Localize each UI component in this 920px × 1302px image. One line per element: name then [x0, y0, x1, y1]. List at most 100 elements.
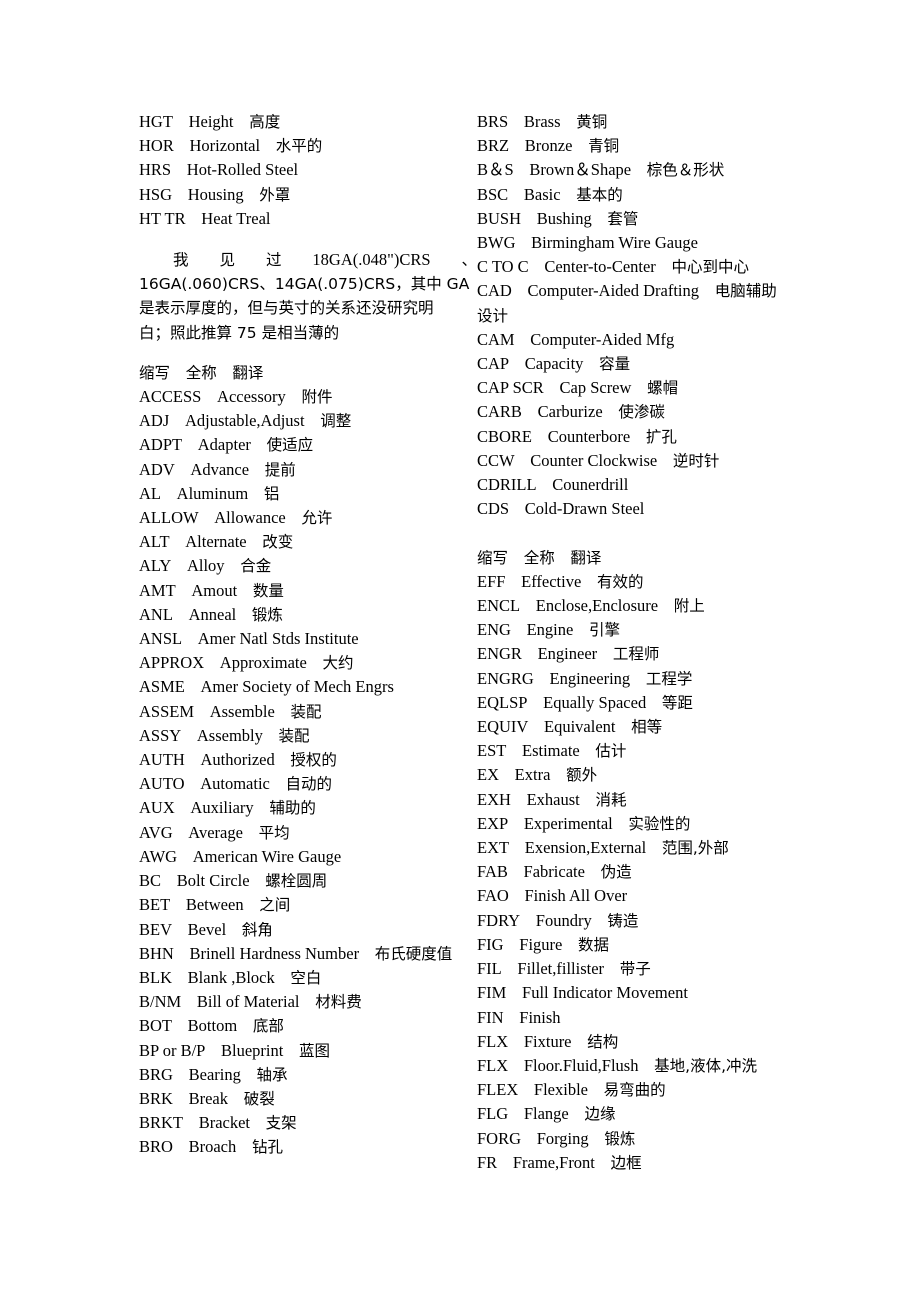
- entry-translation: 中心到中心: [671, 258, 749, 277]
- header-abbr-label: 缩写: [477, 548, 509, 567]
- entry-translation: 高度: [249, 113, 281, 131]
- entry-translation: 调整: [320, 412, 352, 431]
- entry-abbreviation: FORG: [477, 1128, 522, 1148]
- glossary-entry: ANL Anneal 锻炼: [139, 603, 473, 627]
- entry-translation: 结构: [587, 1032, 619, 1051]
- entry-translation: 材料费: [315, 993, 362, 1012]
- entry-translation: 附件: [301, 388, 333, 407]
- entry-translation: 引擎: [589, 621, 621, 640]
- entry-abbreviation: BC: [139, 871, 162, 891]
- entry-abbreviation: CBORE: [477, 426, 533, 446]
- entry-abbreviation: EFF: [477, 571, 506, 591]
- entry-translation: 允许: [301, 509, 333, 528]
- entry-full-term: Counerdrill: [552, 475, 629, 495]
- entry-full-term: Amer Natl Stds Institute: [197, 629, 359, 649]
- glossary-entry: BRKT Bracket 支架: [139, 1111, 473, 1135]
- entry-abbreviation: AL: [139, 483, 161, 503]
- entry-abbreviation: AVG: [139, 822, 173, 842]
- entry-full-term: Foundry: [535, 910, 592, 930]
- entry-full-term: Anneal: [188, 604, 237, 624]
- entry-translation: 锻炼: [251, 605, 283, 624]
- entry-abbreviation: CARB: [477, 402, 522, 422]
- glossary-entry: B/NM Bill of Material 材料费: [139, 990, 473, 1014]
- entry-full-term: Bill of Material: [196, 992, 300, 1012]
- entry-full-term: Engineering: [549, 668, 631, 688]
- entry-full-term: Computer-Aided Drafting: [527, 281, 700, 301]
- entry-full-term: Bevel: [187, 919, 227, 939]
- entry-translation: 螺帽: [647, 379, 679, 398]
- left-table-header: 缩写 全称 翻译: [139, 361, 473, 385]
- glossary-entry: FLEX Flexible 易弯曲的: [477, 1078, 781, 1102]
- header-full-label: 全称: [523, 548, 555, 567]
- entry-full-term: Flexible: [533, 1080, 588, 1100]
- glossary-entry: CARB Carburize 使渗碳: [477, 400, 781, 424]
- entry-full-term: Bolt Circle: [176, 871, 250, 891]
- entry-translation: 有效的: [596, 572, 644, 591]
- glossary-entry: FIG Figure 数据: [477, 933, 781, 957]
- glossary-entry: EQLSP Equally Spaced 等距: [477, 691, 781, 715]
- entry-full-term: Brinell Hardness Number: [189, 943, 360, 963]
- entry-translation: 青铜: [588, 137, 620, 156]
- glossary-entry: FLG Flange 边缘: [477, 1102, 781, 1126]
- entry-abbreviation: ACCESS: [139, 387, 202, 407]
- entry-translation: 水平的: [275, 137, 323, 156]
- entry-abbreviation: BRS: [477, 112, 509, 131]
- entry-translation: 授权的: [290, 751, 337, 770]
- entry-abbreviation: AUTO: [139, 774, 185, 794]
- header-translation-label: 翻译: [570, 548, 602, 567]
- glossary-entry: BHN Brinell Hardness Number 布氏硬度值: [139, 942, 473, 966]
- entry-full-term: Exension,External: [524, 838, 647, 858]
- entry-translation: 提前: [264, 460, 296, 479]
- entry-abbreviation: BRK: [139, 1088, 173, 1108]
- entry-full-term: Brass: [523, 112, 561, 131]
- entry-abbreviation: EX: [477, 765, 499, 785]
- entry-abbreviation: CAD: [477, 281, 512, 301]
- entry-translation: 底部: [252, 1017, 284, 1036]
- glossary-entry: BWG Birmingham Wire Gauge: [477, 231, 781, 255]
- entry-full-term: Hot-Rolled Steel: [186, 160, 299, 180]
- entry-translation: 易弯曲的: [603, 1081, 666, 1100]
- entry-full-term: Engine: [526, 620, 574, 640]
- entry-translation: 支架: [265, 1114, 297, 1133]
- entry-full-term: Amer Society of Mech Engrs: [200, 677, 394, 697]
- entry-full-term: Blank ,Block: [187, 967, 275, 987]
- glossary-entry: ALT Alternate 改变: [139, 530, 473, 554]
- entry-translation: 边框: [610, 1153, 642, 1172]
- entry-abbreviation: BOT: [139, 1016, 172, 1036]
- glossary-entry: BET Between 之间: [139, 893, 473, 917]
- glossary-entry: HGT Height 高度: [139, 110, 473, 134]
- entry-translation: 棕色＆形状: [646, 161, 725, 180]
- left-entry-list: ACCESS Accessory 附件 ADJ Adjustable,Adjust 调整 A…: [139, 385, 473, 1160]
- entry-abbreviation: C TO C: [477, 257, 529, 277]
- entry-translation: 容量: [599, 355, 631, 374]
- glossary-entry: BUSH Bushing 套管: [477, 207, 781, 231]
- entry-translation: 布氏硬度值: [374, 944, 453, 963]
- glossary-entry: EQUIV Equivalent 相等: [477, 715, 781, 739]
- entry-full-term: Full Indicator Movement: [522, 983, 688, 1003]
- entry-translation: 使渗碳: [618, 403, 665, 422]
- glossary-entry: AUTH Authorized 授权的: [139, 748, 473, 772]
- note-paragraph-line: 我 见 过 18GA(.048")CRS 、: [139, 248, 477, 272]
- right-top-entry-list: BRS Brass 黄铜 BRZ Bronze 青铜 B＆S Brown＆Shape 棕色＆形状…: [477, 110, 781, 521]
- header-full-label: 全称: [185, 363, 217, 382]
- entry-full-term: Automatic: [200, 774, 270, 794]
- glossary-entry: ANSL Amer Natl Stds Institute: [139, 627, 473, 651]
- entry-full-term: Advance: [190, 459, 250, 479]
- entry-abbreviation: CCW: [477, 450, 515, 470]
- glossary-entry: FAO Finish All Over: [477, 884, 781, 908]
- entry-full-term: Break: [188, 1088, 229, 1108]
- entry-abbreviation: ADV: [139, 459, 175, 479]
- note-paragraph-line: 16GA(.060)CRS、14GA(.075)CRS，其中 GA: [139, 275, 470, 294]
- entry-translation: 之间: [259, 896, 291, 915]
- entry-full-term: Flange: [523, 1104, 569, 1124]
- entry-abbreviation: EQUIV: [477, 717, 529, 737]
- entry-abbreviation: EXH: [477, 789, 511, 809]
- entry-full-term: Horizontal: [189, 136, 261, 156]
- entry-abbreviation: ENG: [477, 620, 511, 640]
- glossary-entry: AUX Auxiliary 辅助的: [139, 796, 473, 820]
- entry-translation: 伪造: [600, 863, 632, 882]
- entry-full-term: Basic: [523, 184, 561, 204]
- document-page: HGT Height 高度 HOR Horizontal 水平的 HRS Hot-Rolled…: [0, 0, 920, 1302]
- glossary-entry: EXP Experimental 实验性的: [477, 812, 781, 836]
- glossary-entry: HT TR Heat Treal: [139, 207, 473, 231]
